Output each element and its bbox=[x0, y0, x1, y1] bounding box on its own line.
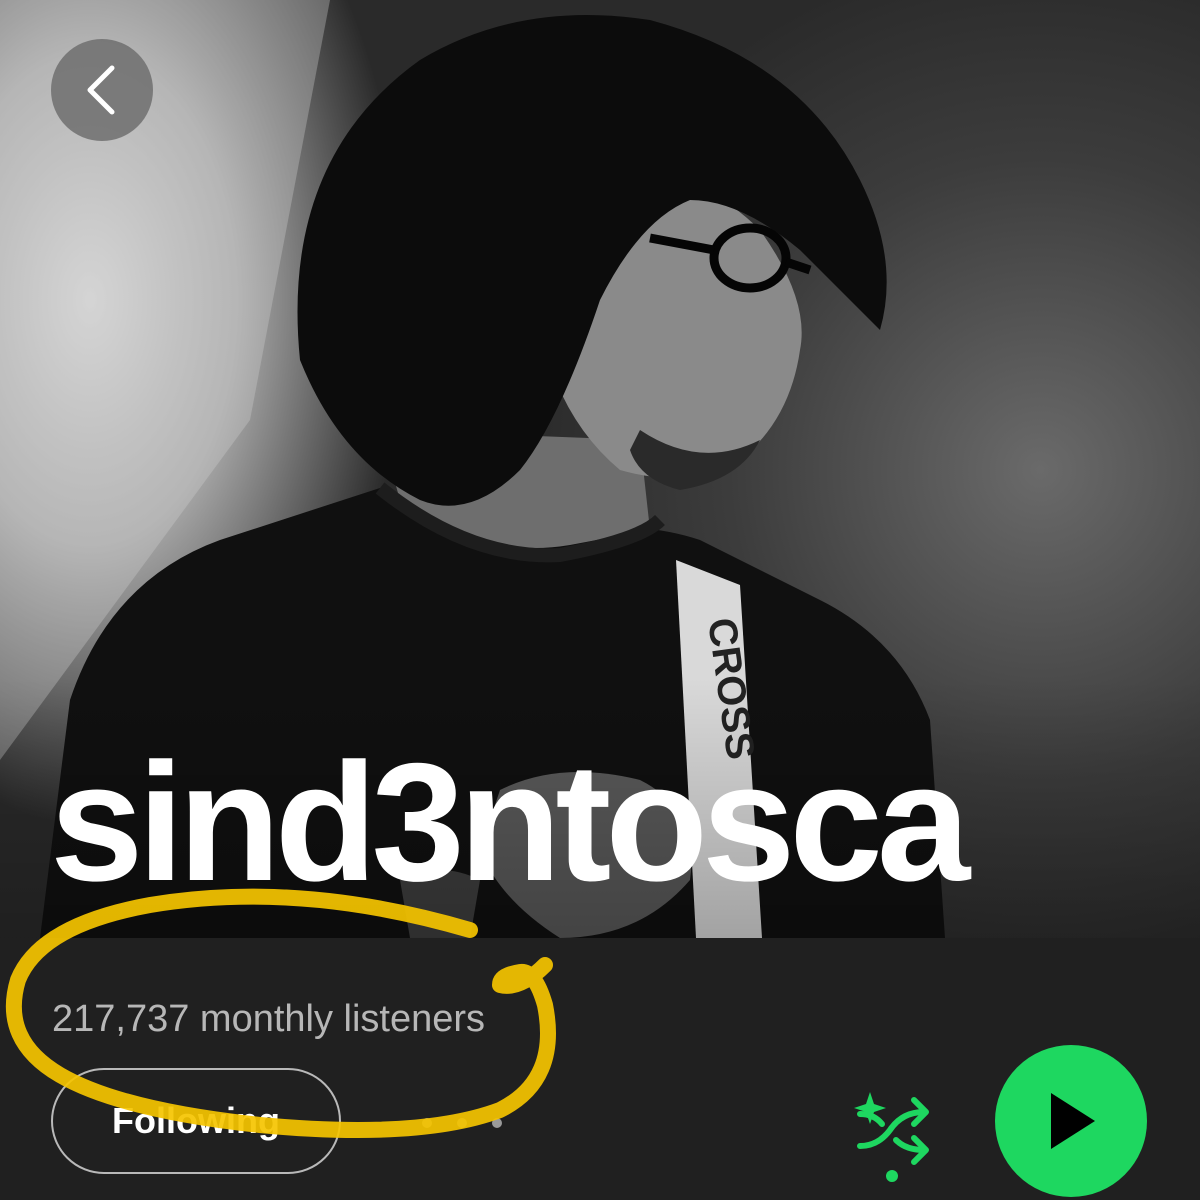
following-button[interactable]: Following bbox=[51, 1068, 341, 1174]
more-dot bbox=[457, 1118, 467, 1128]
more-options-button[interactable] bbox=[422, 1103, 502, 1143]
back-button[interactable] bbox=[51, 39, 153, 141]
play-icon bbox=[1051, 1093, 1095, 1149]
play-button[interactable] bbox=[995, 1045, 1147, 1197]
shuffle-icon bbox=[854, 1092, 929, 1182]
shuffle-button[interactable] bbox=[852, 1086, 938, 1182]
more-horizontal-icon bbox=[422, 1118, 432, 1128]
monthly-listeners: 217,737 monthly listeners bbox=[52, 998, 486, 1040]
artist-page: CROSS sind3ntosca 217,737 monthly listen… bbox=[0, 0, 1200, 1200]
more-dot bbox=[492, 1118, 502, 1128]
chevron-left-icon bbox=[87, 65, 115, 115]
following-button-label: Following bbox=[112, 1100, 280, 1141]
artist-name: sind3ntosca bbox=[50, 728, 970, 916]
